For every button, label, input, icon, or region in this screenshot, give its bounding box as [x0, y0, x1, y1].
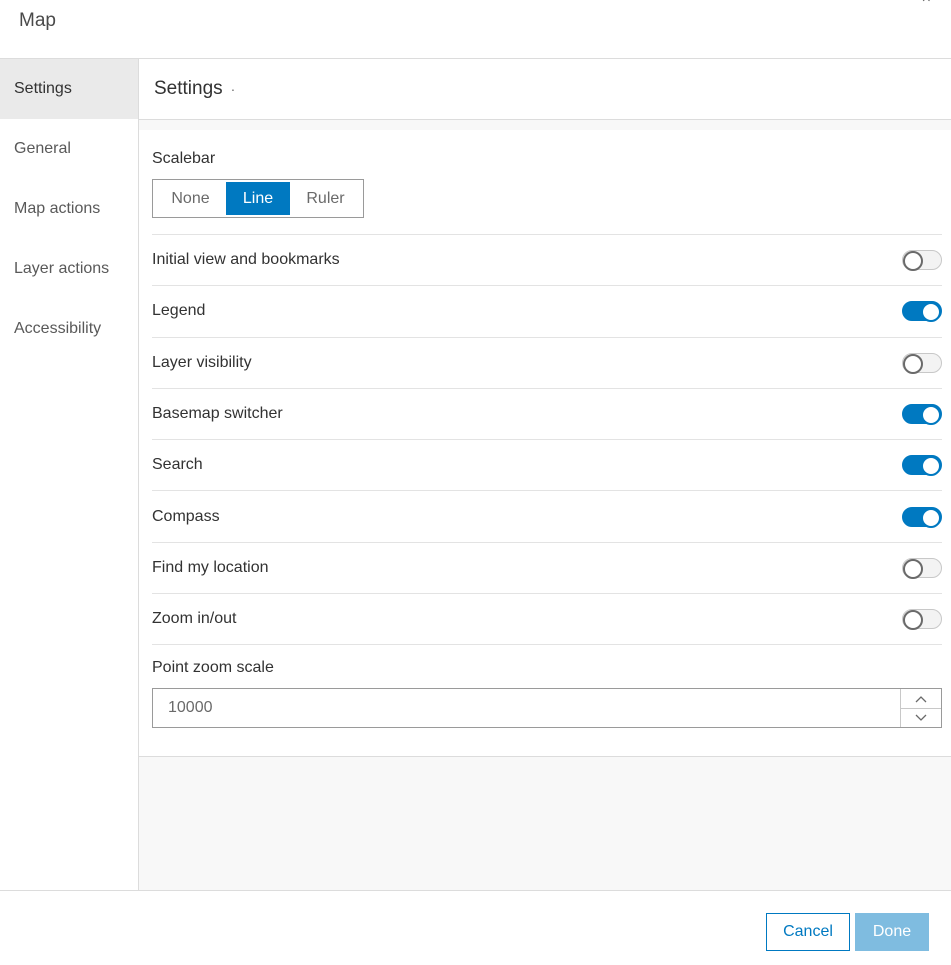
section-header: Settings ·	[139, 59, 951, 120]
point-zoom-label: Point zoom scale	[152, 659, 274, 677]
point-zoom-stepper	[900, 689, 941, 728]
setting-label: Initial view and bookmarks	[152, 251, 340, 269]
zoom-toggle[interactable]	[902, 609, 942, 631]
scalebar-label: Scalebar	[152, 150, 216, 167]
section-title: Settings	[154, 78, 223, 99]
legend-toggle[interactable]	[902, 301, 942, 323]
dialog-footer: Cancel Done	[0, 890, 951, 965]
scalebar-option-ruler[interactable]: Ruler	[290, 182, 361, 215]
setting-row-initial-view: Initial view and bookmarks	[152, 234, 942, 285]
chevron-up-icon	[915, 695, 927, 703]
settings-panel: Scalebar None Line Ruler Initial view an…	[139, 130, 951, 757]
point-zoom-block: Point zoom scale	[152, 644, 942, 729]
setting-row-layer-visibility: Layer visibility	[152, 336, 942, 388]
section-title-dot: ·	[230, 81, 236, 97]
dialog-header: Map ×	[0, 0, 951, 59]
setting-label: Zoom in/out	[152, 610, 237, 628]
point-zoom-input[interactable]	[153, 689, 900, 728]
point-zoom-field	[152, 688, 942, 729]
setting-row-find-my-location: Find my location	[152, 541, 942, 593]
find-my-location-toggle[interactable]	[902, 557, 942, 579]
increment-button[interactable]	[901, 689, 941, 708]
setting-row-basemap-switcher: Basemap switcher	[152, 387, 942, 439]
close-icon[interactable]: ×	[922, 0, 931, 8]
scalebar-option-line[interactable]: Line	[226, 182, 290, 215]
sidebar-item-settings[interactable]: Settings	[0, 59, 138, 119]
setting-row-legend: Legend	[152, 285, 942, 336]
chevron-down-icon	[915, 714, 927, 722]
cancel-button[interactable]: Cancel	[766, 913, 850, 951]
basemap-switcher-toggle[interactable]	[902, 404, 942, 426]
layer-visibility-toggle[interactable]	[902, 352, 942, 374]
content-area: Settings · Scalebar None Line Ruler Init…	[139, 59, 951, 891]
sidebar-item-accessibility[interactable]: Accessibility	[0, 299, 138, 359]
setting-row-zoom: Zoom in/out	[152, 593, 942, 644]
sidebar-item-layer-actions[interactable]: Layer actions	[0, 239, 138, 299]
sidebar-item-general[interactable]: General	[0, 119, 138, 179]
setting-row-compass: Compass	[152, 490, 942, 541]
setting-label: Find my location	[152, 558, 269, 576]
setting-label: Basemap switcher	[152, 405, 283, 423]
setting-label: Layer visibility	[152, 353, 252, 371]
scalebar-segmented-control: None Line Ruler	[152, 179, 364, 218]
done-button[interactable]: Done	[855, 913, 929, 951]
sidebar-item-map-actions[interactable]: Map actions	[0, 179, 138, 239]
search-toggle[interactable]	[902, 455, 942, 477]
setting-row-search: Search	[152, 439, 942, 490]
initial-view-toggle[interactable]	[902, 250, 942, 272]
decrement-button[interactable]	[901, 707, 941, 728]
setting-label: Legend	[152, 302, 206, 320]
setting-label: Compass	[152, 507, 220, 525]
sidebar: Settings General Map actions Layer actio…	[0, 59, 139, 891]
scalebar-option-none[interactable]: None	[155, 182, 226, 215]
dialog-title: Map	[19, 10, 56, 31]
compass-toggle[interactable]	[902, 506, 942, 528]
setting-label: Search	[152, 456, 203, 474]
